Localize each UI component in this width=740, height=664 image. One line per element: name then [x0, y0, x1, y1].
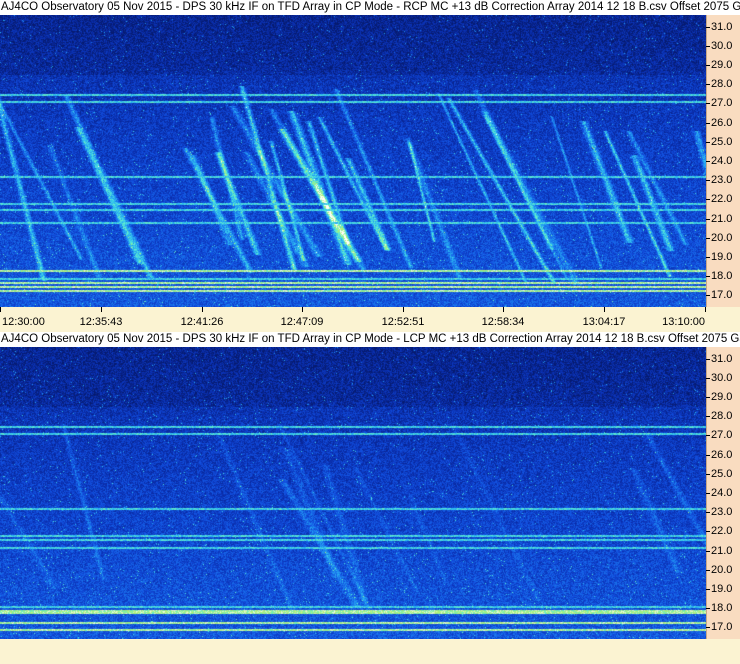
- x-tick-label: 12:30:00: [2, 316, 45, 328]
- time-axis-lcp: [0, 639, 740, 664]
- x-tick-mark: [705, 307, 706, 312]
- chart-title-rcp: AJ4CO Observatory 05 Nov 2015 - DPS 30 k…: [0, 0, 740, 15]
- x-tick-label: 13:04:17: [582, 316, 626, 328]
- spectrogram-panel-rcp: AJ4CO Observatory 05 Nov 2015 - DPS 30 k…: [0, 0, 740, 332]
- y-tick-label: 30.0: [705, 39, 733, 52]
- x-tick-label: 12:47:09: [280, 316, 324, 328]
- y-tick-label: 27.0: [705, 97, 733, 110]
- x-tick-mark: [604, 307, 605, 312]
- x-tick-label: 12:58:34: [481, 316, 525, 328]
- spectrogram-panel-lcp: AJ4CO Observatory 05 Nov 2015 - DPS 30 k…: [0, 332, 740, 664]
- y-tick-label: 22.0: [705, 193, 733, 206]
- spectrogram-canvas-rcp: [0, 15, 706, 307]
- y-tick-label: 26.0: [705, 448, 733, 461]
- x-tick-label: 13:10:00: [662, 316, 705, 328]
- y-tick-label: 30.0: [705, 371, 733, 384]
- x-tick-label: 12:41:26: [180, 316, 224, 328]
- y-tick-label: 21.0: [705, 544, 733, 557]
- spectrogram-canvas-lcp: [0, 347, 706, 639]
- chart-title-lcp: AJ4CO Observatory 05 Nov 2015 - DPS 30 k…: [0, 332, 740, 347]
- x-tick-mark: [101, 307, 102, 312]
- frequency-axis-lcp: 31.0 30.0 29.0 28.0 27.0 26.0 25.0 24.0 23.0 22.0…: [705, 347, 740, 639]
- x-tick-label: 12:52:51: [381, 316, 425, 328]
- x-tick-mark: [302, 307, 303, 312]
- x-tick-label: 12:35:43: [79, 316, 123, 328]
- y-tick-label: 23.0: [705, 506, 733, 519]
- y-tick-label: 29.0: [705, 390, 733, 403]
- y-tick-label: 31.0: [705, 352, 733, 365]
- y-tick-label: 29.0: [705, 58, 733, 71]
- y-tick-label: 20.0: [705, 231, 733, 244]
- x-tick-mark: [503, 307, 504, 312]
- y-tick-label: 22.0: [705, 525, 733, 538]
- y-tick-label: 18.0: [705, 270, 733, 283]
- y-tick-label: 24.0: [705, 487, 733, 499]
- y-tick-label: 31.0: [705, 20, 733, 33]
- y-tick-label: 18.0: [705, 602, 733, 615]
- frequency-axis-rcp: 31.0 30.0 29.0 28.0 27.0 26.0 25.0 24.0 23.0 22.0…: [705, 15, 740, 307]
- y-tick-label: 20.0: [705, 563, 733, 576]
- y-tick-label: 19.0: [705, 583, 733, 596]
- x-tick-mark: [403, 307, 404, 312]
- y-tick-label: 25.0: [705, 467, 733, 480]
- y-tick-label: 28.0: [705, 78, 733, 91]
- y-tick-label: 23.0: [705, 174, 733, 187]
- y-tick-label: 28.0: [705, 410, 733, 423]
- y-tick-label: 27.0: [705, 429, 733, 442]
- y-tick-label: 21.0: [705, 212, 733, 225]
- x-tick-mark: [202, 307, 203, 312]
- x-tick-mark: [0, 307, 1, 312]
- time-axis-rcp: 12:30:00 12:35:43 12:41:26 12:47:09 12:52:51…: [0, 307, 740, 332]
- y-tick-label: 26.0: [705, 116, 733, 129]
- y-tick-label: 24.0: [705, 155, 733, 167]
- y-tick-label: 19.0: [705, 251, 733, 264]
- y-tick-label: 17.0: [705, 289, 733, 302]
- y-tick-label: 17.0: [705, 621, 733, 634]
- y-tick-label: 25.0: [705, 135, 733, 148]
